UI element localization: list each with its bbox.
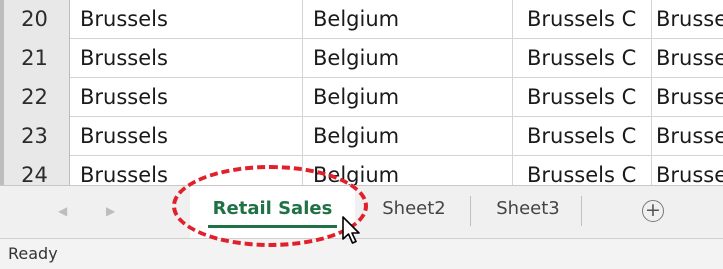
row-header[interactable]: 22: [0, 78, 70, 117]
cell[interactable]: Belgium: [303, 39, 513, 78]
cell[interactable]: Brussels C: [513, 117, 652, 156]
cell[interactable]: Brussels C: [513, 0, 652, 39]
cell[interactable]: Brussels: [70, 117, 303, 156]
cell[interactable]: Brussels: [652, 156, 723, 185]
table-row: 23 Brussels Belgium Brussels C Brussels: [0, 117, 723, 156]
cell[interactable]: Belgium: [303, 117, 513, 156]
plus-circle-icon[interactable]: +: [642, 200, 664, 222]
tab-divider: [470, 196, 471, 226]
row-header[interactable]: 20: [0, 0, 70, 39]
cell[interactable]: Belgium: [303, 0, 513, 39]
cell[interactable]: Brussels: [652, 0, 723, 39]
cell[interactable]: Brussels: [70, 39, 303, 78]
cell[interactable]: Brussels C: [513, 156, 652, 185]
scroll-tabs-left-icon[interactable]: ◀: [58, 204, 67, 218]
tab-divider: [581, 196, 582, 226]
cell[interactable]: Belgium: [303, 156, 513, 185]
cell[interactable]: Brussels C: [513, 78, 652, 117]
tab-sheet3[interactable]: Sheet3: [475, 186, 581, 238]
cell[interactable]: Brussels C: [513, 39, 652, 78]
status-text: Ready: [8, 244, 58, 263]
tab-sheet2[interactable]: Sheet2: [358, 186, 470, 238]
tab-label: Retail Sales: [212, 198, 333, 219]
cell[interactable]: Brussels: [652, 78, 723, 117]
table-row: 22 Brussels Belgium Brussels C Brussels: [0, 78, 723, 117]
tab-retail-sales[interactable]: Retail Sales: [190, 186, 355, 238]
table-row: 20 Brussels Belgium Brussels C Brussels: [0, 0, 723, 39]
sheet-tab-bar: ◀ ▶ Retail Sales Sheet2 Sheet3 +: [0, 185, 723, 238]
cell[interactable]: Brussels: [70, 156, 303, 185]
table-row: 21 Brussels Belgium Brussels C Brussels: [0, 39, 723, 78]
active-tab-underline: [208, 225, 337, 228]
cell[interactable]: Belgium: [303, 78, 513, 117]
cell[interactable]: Brussels: [70, 78, 303, 117]
worksheet-grid: 20 Brussels Belgium Brussels C Brussels …: [0, 0, 723, 185]
tab-label: Sheet2: [382, 198, 446, 219]
tab-label: Sheet3: [496, 198, 560, 219]
table-row: 24 Brussels Belgium Brussels C Brussels: [0, 156, 723, 185]
row-header[interactable]: 23: [0, 117, 70, 156]
cell[interactable]: Brussels: [652, 117, 723, 156]
row-header[interactable]: 21: [0, 39, 70, 78]
status-bar: Ready: [0, 238, 723, 269]
cell[interactable]: Brussels: [652, 39, 723, 78]
row-header[interactable]: 24: [0, 156, 70, 185]
cell[interactable]: Brussels: [70, 0, 303, 39]
scroll-tabs-right-icon[interactable]: ▶: [106, 204, 115, 218]
